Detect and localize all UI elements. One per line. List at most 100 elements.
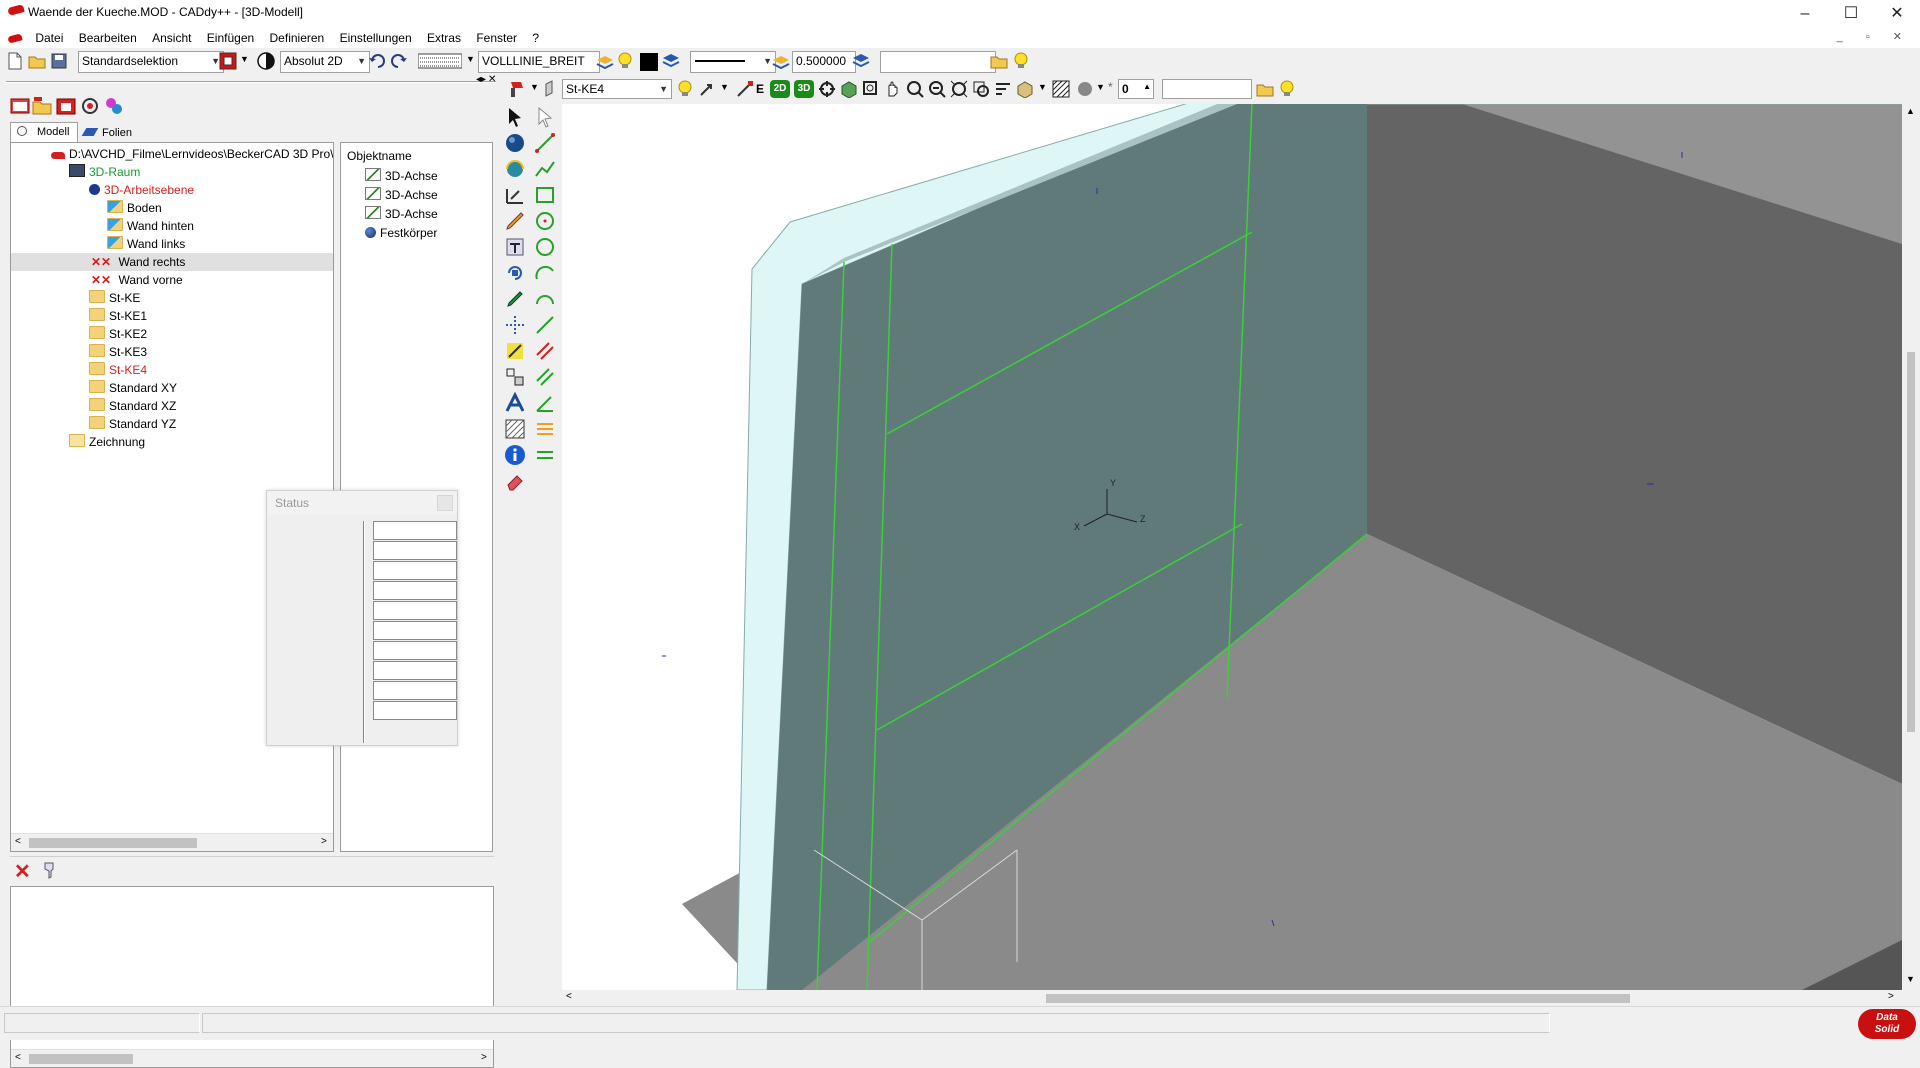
e-icon[interactable]: E: [756, 82, 764, 96]
lightbulb-icon[interactable]: [1278, 80, 1296, 98]
scroll-right-icon[interactable]: >: [1888, 991, 1894, 1002]
chevron-down-icon[interactable]: ▼: [1096, 82, 1105, 92]
lightbulb-icon[interactable]: [1012, 52, 1030, 70]
arc-3point-tool-icon[interactable]: [534, 288, 556, 310]
tree-item-wand-rechts[interactable]: ✕✕ Wand rechts: [11, 253, 333, 271]
tree-item-standard-xy[interactable]: Standard XY: [89, 379, 177, 397]
tab-model[interactable]: Modell: [10, 122, 78, 142]
tree-item-st-ke2[interactable]: St-KE2: [89, 325, 147, 343]
zoom-in-icon[interactable]: [906, 80, 924, 98]
open-file-icon[interactable]: [28, 52, 46, 70]
view-2d-button[interactable]: 2D: [770, 80, 790, 98]
redo-icon[interactable]: [390, 52, 408, 70]
tab-layers[interactable]: Folien: [80, 124, 138, 142]
zoom-window-icon[interactable]: [862, 80, 880, 98]
delete-cross-icon[interactable]: ✕: [14, 859, 31, 884]
panel-pin-icon[interactable]: ◂▸: [476, 74, 486, 85]
layers-icon[interactable]: [772, 52, 790, 70]
tree-horizontal-scrollbar[interactable]: < >: [11, 833, 333, 851]
list-item[interactable]: 3D-Achse: [365, 186, 438, 204]
scroll-down-icon[interactable]: ▼: [1906, 974, 1915, 984]
refresh-icon[interactable]: [80, 96, 100, 116]
render-box-icon[interactable]: [1016, 80, 1034, 98]
tree-item-wand-links[interactable]: Wand links: [107, 235, 185, 253]
hatch-tool-icon[interactable]: [504, 418, 526, 440]
menu-extras[interactable]: Extras: [421, 28, 467, 48]
tree-item-boden[interactable]: Boden: [107, 199, 162, 217]
tree-item-st-ke[interactable]: St-KE: [89, 289, 140, 307]
save-icon[interactable]: [50, 52, 68, 70]
search-field[interactable]: [1162, 79, 1252, 99]
construction-plane-select[interactable]: St-KE4 ▼: [562, 79, 672, 99]
scroll-thumb[interactable]: [1907, 352, 1915, 732]
tree-item-3d-arbeitsebene[interactable]: 3D-Arbeitsebene: [89, 181, 194, 199]
zoom-out-icon[interactable]: [928, 80, 946, 98]
snap-mode-icon[interactable]: [257, 52, 275, 70]
lightbulb-icon[interactable]: [676, 80, 694, 98]
model-view-icon[interactable]: [10, 96, 30, 116]
grid-pattern-icon[interactable]: [418, 52, 462, 70]
eraser-icon[interactable]: [504, 470, 526, 492]
select-pointer-outline-icon[interactable]: [534, 106, 556, 128]
layer-stack-icon[interactable]: [662, 52, 680, 70]
rotate-view-icon[interactable]: [818, 80, 836, 98]
multi-line-tool-icon[interactable]: [534, 418, 556, 440]
black-color-swatch[interactable]: [640, 53, 658, 71]
spinner-arrows-icon[interactable]: ▲▼: [1143, 80, 1151, 98]
properties-horizontal-scrollbar[interactable]: < >: [11, 1049, 493, 1067]
menu-datei[interactable]: Datei: [29, 28, 69, 48]
menu-ansicht[interactable]: Ansicht: [146, 28, 197, 48]
layer-field[interactable]: [880, 51, 996, 73]
pin-icon[interactable]: [40, 861, 58, 879]
3d-scene[interactable]: Y Z X: [562, 104, 1902, 990]
lightbulb-icon[interactable]: [616, 52, 634, 70]
redraw-icon[interactable]: [994, 80, 1012, 98]
scroll-left-icon[interactable]: <: [15, 836, 21, 847]
counter-spinner[interactable]: 0 ▲▼: [1118, 79, 1154, 99]
chevron-down-icon[interactable]: ▼: [530, 82, 539, 92]
pan-hand-icon[interactable]: [884, 80, 902, 98]
tree-item-st-ke1[interactable]: St-KE1: [89, 307, 147, 325]
chamfer-tool-icon[interactable]: [534, 444, 556, 466]
line-width-field[interactable]: 0.500000: [792, 51, 856, 73]
view-3d-button[interactable]: 3D: [794, 80, 814, 98]
parallel-line-tool-icon[interactable]: [534, 340, 556, 362]
circle-center-tool-icon[interactable]: [534, 210, 556, 232]
status-close-button[interactable]: [437, 495, 453, 511]
folder-search-icon[interactable]: [990, 52, 1008, 70]
rotate-globe-icon[interactable]: [504, 158, 526, 180]
scroll-right-icon[interactable]: >: [321, 836, 327, 847]
menu-einstellungen[interactable]: Einstellungen: [334, 28, 418, 48]
line-type-field[interactable]: VOLLLINIE_BREIT: [478, 51, 600, 73]
color-picker-icon[interactable]: [219, 52, 237, 70]
mdi-window-buttons[interactable]: _ ▫ ✕: [1837, 30, 1912, 43]
panel-close-icon[interactable]: ✕: [488, 74, 496, 85]
zoom-extents-icon[interactable]: [950, 80, 968, 98]
tree-item-3d-raum[interactable]: 3D-Raum: [69, 163, 140, 181]
symbol-tool-icon[interactable]: [504, 366, 526, 388]
hatch-icon[interactable]: [1052, 80, 1070, 98]
menu-bearbeiten[interactable]: Bearbeiten: [73, 28, 143, 48]
select-pointer-icon[interactable]: [504, 106, 526, 128]
globe-icon[interactable]: [504, 132, 526, 154]
shading-sphere-icon[interactable]: [1076, 80, 1094, 98]
tree-item-st-ke4[interactable]: St-KE4: [89, 361, 147, 379]
polyline-tool-icon[interactable]: [534, 158, 556, 180]
chevron-down-icon[interactable]: ▼: [240, 54, 249, 64]
tree-item-standard-yz[interactable]: Standard YZ: [89, 415, 176, 433]
viewport-vertical-scrollbar[interactable]: ▲ ▼: [1902, 104, 1920, 990]
list-item[interactable]: 3D-Achse: [365, 205, 438, 223]
pointer-tool-icon[interactable]: [508, 80, 526, 98]
menu-help[interactable]: ?: [526, 28, 545, 48]
document-icon[interactable]: [7, 33, 23, 45]
pencil-icon[interactable]: [504, 210, 526, 232]
undo-icon[interactable]: [368, 52, 386, 70]
chevron-down-icon[interactable]: ▼: [466, 54, 475, 64]
layers-icon[interactable]: [596, 52, 614, 70]
scroll-up-icon[interactable]: ▲: [1906, 106, 1915, 116]
properties-panel[interactable]: < >: [10, 886, 494, 1068]
offset-tool-icon[interactable]: [534, 366, 556, 388]
coordinate-mode-select[interactable]: Absolut 2D ▼: [280, 51, 370, 73]
text-tool-icon[interactable]: [504, 236, 526, 258]
list-item[interactable]: 3D-Achse: [365, 167, 438, 185]
